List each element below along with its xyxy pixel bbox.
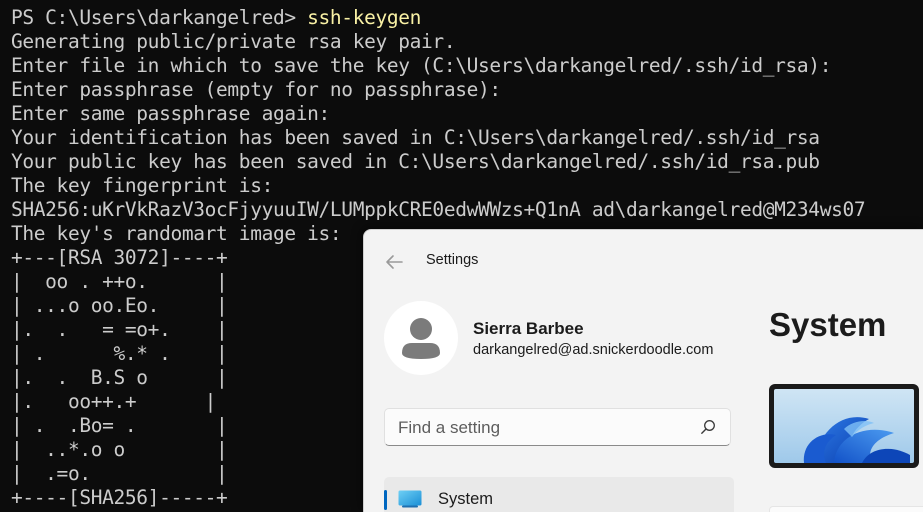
randomart-line: +---[RSA 3072]----+ [11, 246, 228, 269]
randomart-line: |. . B.S o | [11, 366, 228, 389]
randomart-line: |. oo++.+ | [11, 390, 217, 413]
terminal-output-line: Enter file in which to save the key (C:\… [11, 54, 832, 77]
terminal-output-line: Enter passphrase (empty for no passphras… [11, 78, 501, 101]
window-title: Settings [426, 252, 479, 268]
search-input[interactable]: Find a setting [384, 408, 731, 446]
sidebar-item-system[interactable]: System [384, 477, 734, 512]
randomart-line: | ..*.o o | [11, 438, 228, 461]
randomart-line: | ...o oo.Eo. | [11, 294, 228, 317]
info-card[interactable] [769, 506, 923, 512]
avatar[interactable] [384, 301, 458, 375]
settings-window[interactable]: Settings Sierra Barbee darkangelred@ad.s… [363, 229, 923, 512]
terminal-output-line: The key's randomart image is: [11, 222, 342, 245]
wallpaper-bloom-image [774, 389, 914, 463]
search-placeholder: Find a setting [398, 418, 501, 437]
sidebar-item-label: System [438, 490, 494, 508]
randomart-line: |. . = =o+. | [11, 318, 228, 341]
user-email: darkangelred@ad.snickerdoodle.com [473, 342, 714, 358]
randomart-line: | oo . ++o. | [11, 270, 228, 293]
person-icon [402, 318, 440, 359]
terminal-output-line: Your identification has been saved in C:… [11, 126, 820, 149]
device-thumbnail[interactable] [769, 384, 919, 468]
selection-indicator [384, 490, 387, 510]
randomart-line: | .=o. | [11, 462, 228, 485]
back-button[interactable] [380, 250, 408, 274]
terminal-prompt: PS C:\Users\darkangelred> [11, 6, 308, 29]
monitor-icon [398, 490, 422, 508]
randomart-line: | . %.* . | [11, 342, 228, 365]
page-title: System [769, 306, 887, 343]
randomart-line: +----[SHA256]-----+ [11, 486, 228, 509]
back-arrow-icon [386, 255, 403, 269]
terminal-output-line: The key fingerprint is: [11, 174, 273, 197]
randomart-line: | . .Bo= . | [11, 414, 228, 437]
terminal-output-line: Enter same passphrase again: [11, 102, 330, 125]
terminal-output-line: Generating public/private rsa key pair. [11, 30, 456, 53]
user-name: Sierra Barbee [473, 319, 584, 338]
terminal-command: ssh-keygen [307, 6, 422, 29]
terminal-prompt-line: PS C:\Users\darkangelred> ssh-keygen [11, 6, 421, 30]
terminal-output-line: Your public key has been saved in C:\Use… [11, 150, 820, 173]
search-icon[interactable] [700, 419, 716, 435]
terminal-fingerprint-line: SHA256:uKrVkRazV3ocFjyyuuIW/LUMppkCRE0ed… [11, 198, 866, 221]
